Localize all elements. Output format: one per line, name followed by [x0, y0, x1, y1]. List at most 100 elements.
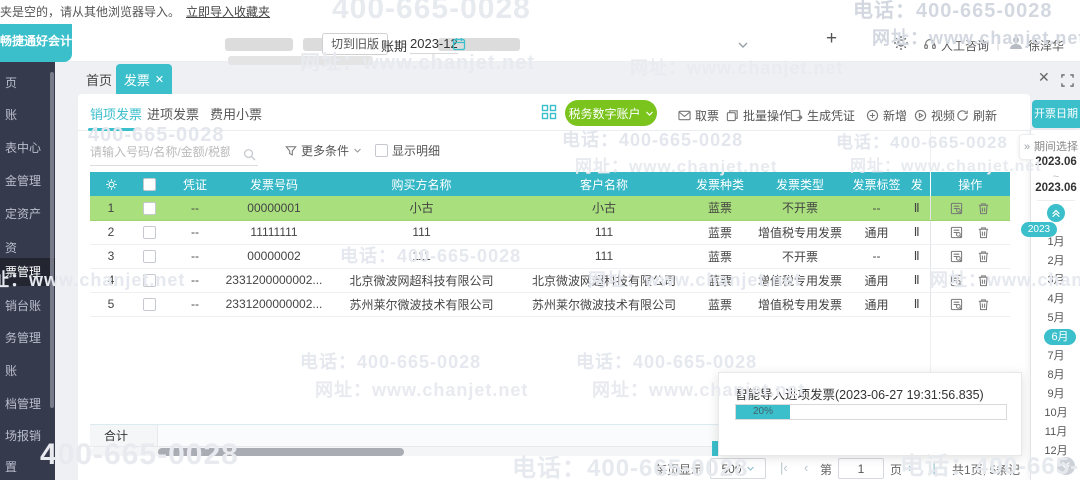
month-item-3[interactable]: 3月	[1031, 272, 1080, 288]
period-to[interactable]: 2023.06	[1031, 182, 1080, 194]
col-buyer-name[interactable]: 购买方名称	[324, 172, 519, 196]
delete-invoice-icon[interactable]	[977, 297, 990, 311]
invoice-date-button[interactable]: 开票日期	[1032, 100, 1080, 128]
month-item-10[interactable]: 10月	[1031, 405, 1080, 421]
fetch-invoice-button[interactable]: 取票	[678, 107, 719, 124]
user-name[interactable]: 徐泽华	[1028, 37, 1064, 54]
sidebar-item-tax[interactable]: 务管理	[0, 325, 55, 351]
delete-invoice-icon[interactable]	[977, 225, 990, 239]
sidebar-item-closing[interactable]: 账	[0, 358, 55, 384]
batch-operations-button[interactable]: 批量操作	[726, 107, 791, 124]
sidebar-item-expense[interactable]: 场报销	[0, 423, 55, 449]
delete-invoice-icon[interactable]	[977, 249, 990, 263]
month-item-4[interactable]: 4月	[1031, 291, 1080, 307]
tab-close-icon[interactable]: ✕	[155, 73, 164, 86]
period-value[interactable]: 2023-12	[410, 36, 458, 54]
select-all-checkbox[interactable]	[132, 172, 166, 196]
subtab-expense-receipts[interactable]: 费用小票	[210, 104, 262, 123]
sidebar-item-funds[interactable]: 金管理	[0, 168, 55, 194]
search-icon[interactable]	[243, 146, 256, 164]
switch-to-old-version-button[interactable]: 切到旧版	[322, 33, 389, 55]
view-invoice-icon[interactable]	[950, 201, 963, 215]
calendar-icon[interactable]	[452, 35, 466, 53]
row-checkbox[interactable]	[132, 244, 166, 269]
col-voucher[interactable]: 凭证	[166, 172, 224, 196]
sidebar-scrollbar[interactable]	[50, 72, 54, 408]
year-badge[interactable]: 2023	[1021, 222, 1057, 237]
view-invoice-icon[interactable]	[950, 273, 963, 287]
video-help-button[interactable]: 视频	[914, 107, 955, 124]
subtab-sales-invoices[interactable]: 销项发票	[90, 104, 142, 123]
table-row[interactable]: 5 -- 2331200000002... 苏州莱尔微波技术有限公司 苏州莱尔微波技术有…	[90, 292, 1010, 317]
close-icon[interactable]: ✕	[1038, 69, 1050, 86]
invoice-search[interactable]	[90, 140, 258, 166]
show-detail-toggle[interactable]: 显示明细	[375, 142, 440, 159]
delete-invoice-icon[interactable]	[977, 273, 990, 287]
tab-home[interactable]: 首页	[86, 70, 112, 89]
fullscreen-icon[interactable]	[1061, 71, 1074, 87]
add-new-button[interactable]: 新增	[866, 107, 907, 124]
row-checkbox[interactable]	[132, 268, 166, 293]
gear-icon[interactable]	[893, 34, 909, 52]
view-invoice-icon[interactable]	[950, 297, 963, 311]
cell-actions	[929, 196, 1010, 221]
tab-invoice-active[interactable]: 发票 ✕	[116, 64, 172, 95]
delete-invoice-icon[interactable]	[977, 201, 990, 215]
row-checkbox[interactable]	[132, 196, 166, 221]
tax-digital-account-button[interactable]: 税务数字账户	[565, 100, 657, 126]
sidebar-item-reports[interactable]: 表中心	[0, 135, 55, 161]
more-filters-button[interactable]: 更多条件	[285, 142, 362, 159]
account-dropdown-chevron-icon[interactable]	[737, 36, 749, 54]
view-invoice-icon[interactable]	[950, 249, 963, 263]
col-truncated[interactable]: 发	[904, 172, 930, 196]
month-item-5[interactable]: 5月	[1031, 310, 1080, 326]
table-row[interactable]: 3 -- 00000002 111 111 蓝票 不开票 -- Ⅱ	[90, 244, 1010, 269]
month-item-9[interactable]: 9月	[1031, 386, 1080, 402]
next-page-icon[interactable]: ›	[908, 460, 912, 475]
sidebar-item-invoices-active[interactable]: 票管理	[0, 258, 55, 286]
table-row[interactable]: 1 -- 00000001 小古 小古 蓝票 不开票 -- Ⅱ	[90, 196, 1010, 221]
row-checkbox[interactable]	[132, 220, 166, 245]
column-settings-gear-icon[interactable]	[90, 172, 132, 196]
col-invoice-type[interactable]: 发票类型	[751, 172, 849, 196]
month-item-6[interactable]: 6月	[1044, 329, 1076, 345]
month-item-8[interactable]: 8月	[1031, 367, 1080, 383]
month-item-11[interactable]: 11月	[1031, 424, 1080, 440]
month-item-12[interactable]: 12月	[1031, 443, 1080, 459]
sidebar-item-bookkeeping[interactable]: 账	[0, 102, 55, 128]
sidebar-item-archives[interactable]: 档管理	[0, 391, 55, 417]
support-link[interactable]: 人工咨询	[941, 37, 989, 54]
table-row[interactable]: 4 -- 2331200000002... 北京微波网超科技有限公司 北京微波网超科技有…	[90, 268, 1010, 293]
table-row[interactable]: 2 -- 11111111 111 111 蓝票 增值税专用发票 通用 Ⅱ	[90, 220, 1010, 245]
sidebar-item-ledger[interactable]: 销台账	[0, 293, 55, 319]
add-account-button[interactable]: +	[826, 28, 837, 50]
refresh-button[interactable]: 刷新	[956, 107, 997, 124]
sidebar-item-fixed-assets[interactable]: 定资产	[0, 201, 55, 227]
view-invoice-icon[interactable]	[950, 225, 963, 239]
generate-voucher-button[interactable]: 生成凭证	[790, 107, 855, 124]
sidebar-item-settings[interactable]: 置	[0, 454, 55, 480]
grid-apps-icon[interactable]	[541, 103, 557, 121]
horizontal-scrollbar-thumb[interactable]	[158, 448, 404, 456]
panel-collapse-icon[interactable]: »	[1019, 134, 1034, 160]
show-detail-checkbox[interactable]	[375, 144, 388, 157]
first-page-icon[interactable]: |‹	[780, 460, 788, 475]
row-checkbox[interactable]	[132, 292, 166, 317]
page-number-input[interactable]: 1	[838, 458, 884, 479]
subtab-purchase-invoices[interactable]: 进项发票	[147, 104, 199, 123]
col-customer-name[interactable]: 客户名称	[519, 172, 689, 196]
col-invoice-kind[interactable]: 发票种类	[689, 172, 751, 196]
month-item-7[interactable]: 7月	[1031, 348, 1080, 364]
month-item-2[interactable]: 2月	[1031, 253, 1080, 269]
search-input[interactable]	[90, 140, 230, 159]
last-page-icon[interactable]: ›|	[928, 460, 936, 475]
col-invoice-no[interactable]: 发票号码	[224, 172, 324, 196]
scroll-down-icon[interactable]	[1057, 457, 1075, 475]
prev-page-icon[interactable]: ‹	[804, 460, 808, 475]
col-invoice-tag[interactable]: 发票标签	[849, 172, 904, 196]
period-from[interactable]: 2023.06	[1031, 156, 1080, 168]
scroll-up-icon[interactable]	[1047, 204, 1065, 222]
per-page-select[interactable]: 500	[710, 458, 766, 479]
import-bookmarks-link[interactable]: 立即导入收藏夹	[186, 3, 270, 20]
sidebar-item-home[interactable]: 页	[0, 70, 55, 96]
